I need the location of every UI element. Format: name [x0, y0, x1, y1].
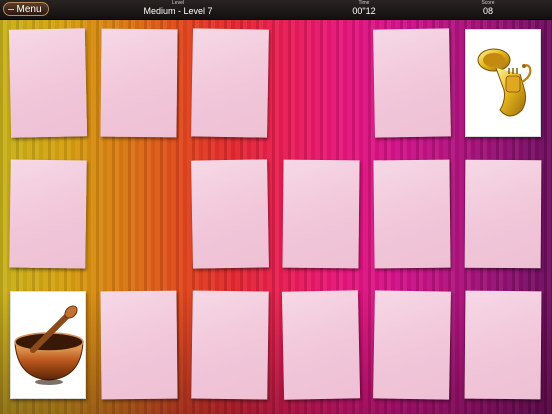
card-face-down[interactable]	[100, 290, 178, 400]
card-face-down[interactable]	[191, 290, 269, 400]
card-face-down[interactable]	[9, 159, 87, 269]
card-face-down[interactable]	[373, 28, 451, 138]
card-face-down[interactable]	[100, 28, 178, 138]
top-bar: Menu Level Medium - Level 7 Time 00"12 S…	[0, 0, 552, 20]
menu-button-label: Menu	[16, 4, 42, 15]
card-face-down[interactable]	[373, 290, 451, 400]
level-value: Medium - Level 7	[143, 6, 213, 16]
card-face-down[interactable]	[464, 290, 542, 400]
score-display: Score 08	[470, 0, 506, 17]
card-face-up[interactable]	[465, 29, 541, 137]
score-value: 08	[482, 6, 493, 16]
card-face-down[interactable]	[373, 159, 451, 269]
card-face-up[interactable]	[10, 291, 86, 399]
menu-button[interactable]: Menu	[3, 2, 49, 16]
card-face-down[interactable]	[281, 290, 361, 400]
card-face-down[interactable]	[191, 159, 269, 269]
card-face-down[interactable]	[282, 159, 360, 269]
menu-icon	[8, 9, 14, 10]
level-display: Level Medium - Level 7	[128, 0, 228, 17]
time-value: 00"12	[352, 6, 376, 16]
card-face-down[interactable]	[464, 159, 542, 269]
game-board: Menu Level Medium - Level 7 Time 00"12 S…	[0, 0, 552, 414]
time-display: Time 00"12	[344, 0, 384, 17]
card-face-down[interactable]	[8, 28, 88, 138]
card-face-down[interactable]	[191, 28, 269, 138]
